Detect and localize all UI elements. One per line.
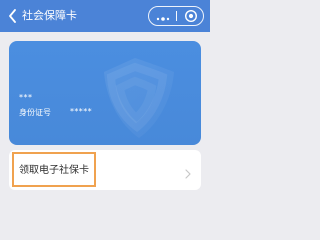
card-watermark-icon <box>104 58 174 138</box>
back-button[interactable] <box>5 7 19 25</box>
capsule-divider <box>176 11 177 21</box>
back-arrow-icon <box>8 9 16 23</box>
mini-program-capsule <box>148 6 204 26</box>
social-security-card: *** 身份证号 ***** <box>9 41 201 145</box>
card-name-mask: *** <box>19 93 33 102</box>
more-button[interactable] <box>156 10 170 22</box>
target-close-icon <box>184 9 198 23</box>
top-navigation-bar: 社会保障卡 <box>0 0 210 32</box>
id-value-mask: ***** <box>70 107 92 116</box>
more-dots-icon <box>156 17 170 21</box>
chevron-right-button[interactable] <box>184 165 192 179</box>
chevron-right-icon <box>185 169 191 179</box>
page-title: 社会保障卡 <box>22 9 77 22</box>
id-label: 身份证号 <box>19 108 51 117</box>
close-button[interactable] <box>182 8 200 24</box>
claim-electronic-card-label: 领取电子社保卡 <box>19 165 89 176</box>
social-security-card-page: 社会保障卡 *** 身份证号 ***** 领取电子社保卡 <box>0 0 210 202</box>
